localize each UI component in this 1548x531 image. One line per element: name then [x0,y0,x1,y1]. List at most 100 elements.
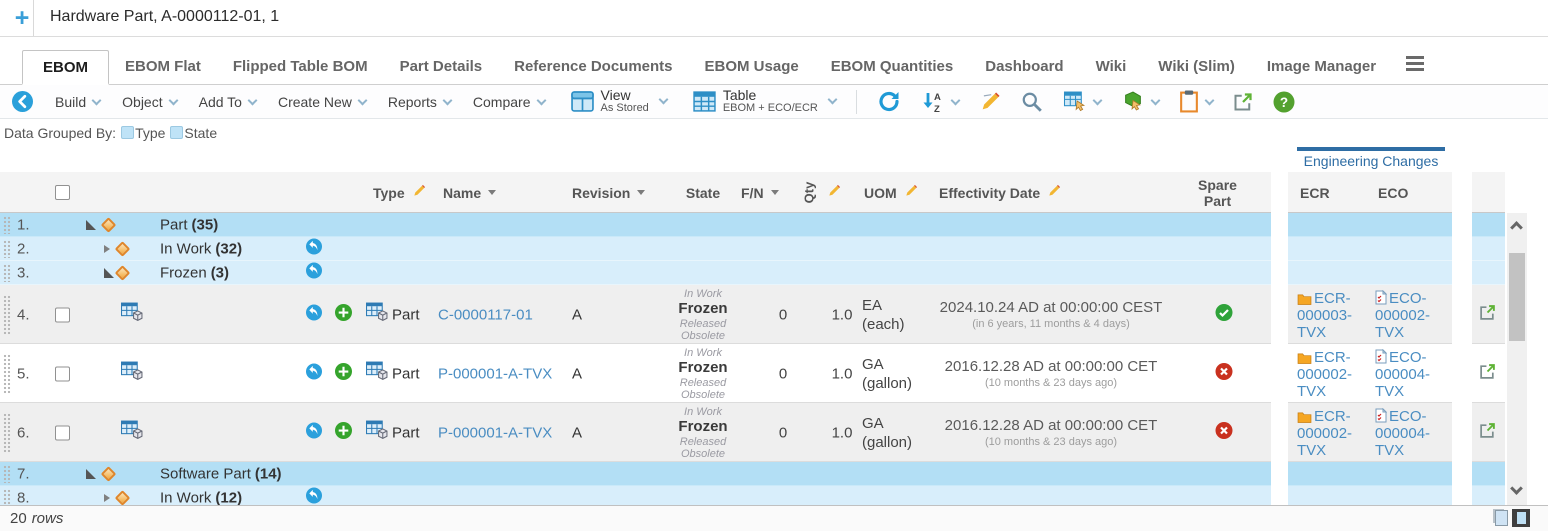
eco-link[interactable]: ECO-000004-TVX [1375,349,1450,400]
refresh-icon[interactable] [877,91,901,112]
navigate-icon[interactable] [306,363,322,384]
table-selector[interactable]: TableEBOM + ECO/ECR [693,88,836,114]
column-header-spare-part[interactable]: SparePart [1165,172,1270,213]
tab-reference-documents[interactable]: Reference Documents [498,52,688,84]
sort-az-icon[interactable]: AZ [921,91,959,113]
column-header-eco[interactable]: ECO [1378,172,1408,213]
edit-pencil-icon[interactable] [904,184,918,201]
expand-icon[interactable] [104,245,110,253]
bom-row[interactable]: 6. Part P-000001-A-TVX A In Work Frozen … [0,403,1548,462]
single-view-icon[interactable] [1495,510,1508,526]
column-header-effectivity[interactable]: Effectivity Date [939,172,1061,213]
row-drag-handle[interactable] [3,465,11,483]
edit-pencil-icon[interactable] [412,184,426,201]
eco-link[interactable]: ECO-000002-TVX [1375,290,1450,341]
tab-ebom-flat[interactable]: EBOM Flat [109,52,217,84]
group-row-software-part[interactable]: 7. Software Part(14) [0,462,1548,486]
bom-row[interactable]: 5. Part P-000001-A-TVX A In Work Frozen … [0,344,1548,403]
column-header-ecr[interactable]: ECR [1300,172,1330,213]
ecr-link[interactable]: ECR-000002-TVX [1297,408,1364,459]
row-drag-handle[interactable] [3,489,11,505]
edit-pencil-icon[interactable] [827,184,841,201]
column-header-qty[interactable]: Qty [798,172,841,213]
column-header-uom[interactable]: UOM [864,172,918,213]
tab-wiki[interactable]: Wiki [1080,52,1143,84]
scroll-up-icon[interactable] [1510,221,1523,234]
menu-object[interactable]: Object [122,94,176,110]
select-all-checkbox[interactable] [55,185,70,200]
column-header-revision[interactable]: Revision [572,172,645,213]
menu-reports[interactable]: Reports [388,94,451,110]
group-row-frozen[interactable]: 3. Frozen(3) [0,261,1548,285]
add-child-icon[interactable] [335,363,352,385]
ecr-link[interactable]: ECR-000002-TVX [1297,349,1364,400]
menu-build[interactable]: Build [55,94,100,110]
menu-create-new[interactable]: Create New [278,94,366,110]
row-drag-handle[interactable] [3,264,11,282]
collapse-icon[interactable] [86,469,96,479]
clipboard-icon[interactable] [1179,90,1213,113]
row-drag-handle[interactable] [3,216,11,234]
search-magnifier-icon[interactable] [1021,91,1043,113]
menu-add-to[interactable]: Add To [199,94,256,110]
navigate-icon[interactable] [306,422,322,443]
add-child-icon[interactable] [335,304,352,326]
scroll-down-icon[interactable] [1510,482,1523,495]
add-child-icon[interactable] [335,422,352,444]
ecr-link[interactable]: ECR-000003-TVX [1297,290,1364,341]
row-drag-handle[interactable] [3,295,11,335]
grid-view-icon[interactable] [1512,509,1530,527]
back-icon[interactable] [12,91,33,112]
part-name-link[interactable]: C-0000117-01 [438,306,533,323]
row-checkbox[interactable] [55,307,70,322]
row-drag-handle[interactable] [3,413,11,453]
group-row-in-work-2[interactable]: 8. In Work(12) [0,486,1548,505]
vertical-scrollbar[interactable] [1507,213,1527,505]
grouping-chip-state[interactable]: State [170,125,217,141]
row-number: 1. [17,217,30,234]
more-tabs-icon[interactable] [1406,56,1424,74]
column-header-type[interactable]: Type [373,172,426,213]
tab-wiki-slim[interactable]: Wiki (Slim) [1142,52,1251,84]
tab-ebom-usage[interactable]: EBOM Usage [689,52,815,84]
grouping-chip-type[interactable]: Type [121,125,165,141]
tab-image-manager[interactable]: Image Manager [1251,52,1392,84]
navigate-icon[interactable] [306,488,322,506]
open-item-icon[interactable] [1479,422,1496,444]
column-header-name[interactable]: Name [443,172,496,213]
group-row-part[interactable]: 1. Part(35) [0,213,1548,237]
row-drag-handle[interactable] [3,354,11,394]
table-pointer-icon[interactable] [1063,91,1101,112]
bom-row[interactable]: 4. Part C-0000117-01 A In Work Frozen Re… [0,285,1548,344]
navigate-icon[interactable] [306,239,322,260]
view-selector[interactable]: ViewAs Stored [571,88,667,114]
add-tab-icon[interactable]: + [10,4,34,32]
navigate-icon[interactable] [306,263,322,284]
column-header-fn[interactable]: F/N [741,172,779,213]
part-name-link[interactable]: P-000001-A-TVX [438,365,552,382]
navigate-icon[interactable] [306,304,322,325]
group-row-in-work[interactable]: 2. In Work(32) [0,237,1548,261]
row-checkbox[interactable] [55,366,70,381]
eco-link[interactable]: ECO-000004-TVX [1375,408,1450,459]
scrollbar-thumb[interactable] [1509,253,1525,341]
open-item-icon[interactable] [1479,304,1496,326]
help-icon[interactable]: ? [1273,91,1295,113]
edit-pencil-icon[interactable] [1047,184,1061,201]
action-pointer-icon[interactable] [1121,91,1159,112]
row-checkbox[interactable] [55,425,70,440]
edit-pencil-icon[interactable] [979,91,1001,113]
tab-ebom-quantities[interactable]: EBOM Quantities [815,52,970,84]
row-drag-handle[interactable] [3,240,11,258]
export-icon[interactable] [1233,92,1253,112]
expand-icon[interactable] [104,494,110,502]
menu-compare[interactable]: Compare [473,94,545,110]
tab-part-details[interactable]: Part Details [384,52,499,84]
tab-ebom[interactable]: EBOM [22,50,109,85]
part-name-link[interactable]: P-000001-A-TVX [438,424,552,441]
open-item-icon[interactable] [1479,363,1496,385]
tab-flipped-table-bom[interactable]: Flipped Table BOM [217,52,384,84]
tab-dashboard[interactable]: Dashboard [969,52,1079,84]
collapse-icon[interactable] [86,220,96,230]
collapse-icon[interactable] [104,268,114,278]
